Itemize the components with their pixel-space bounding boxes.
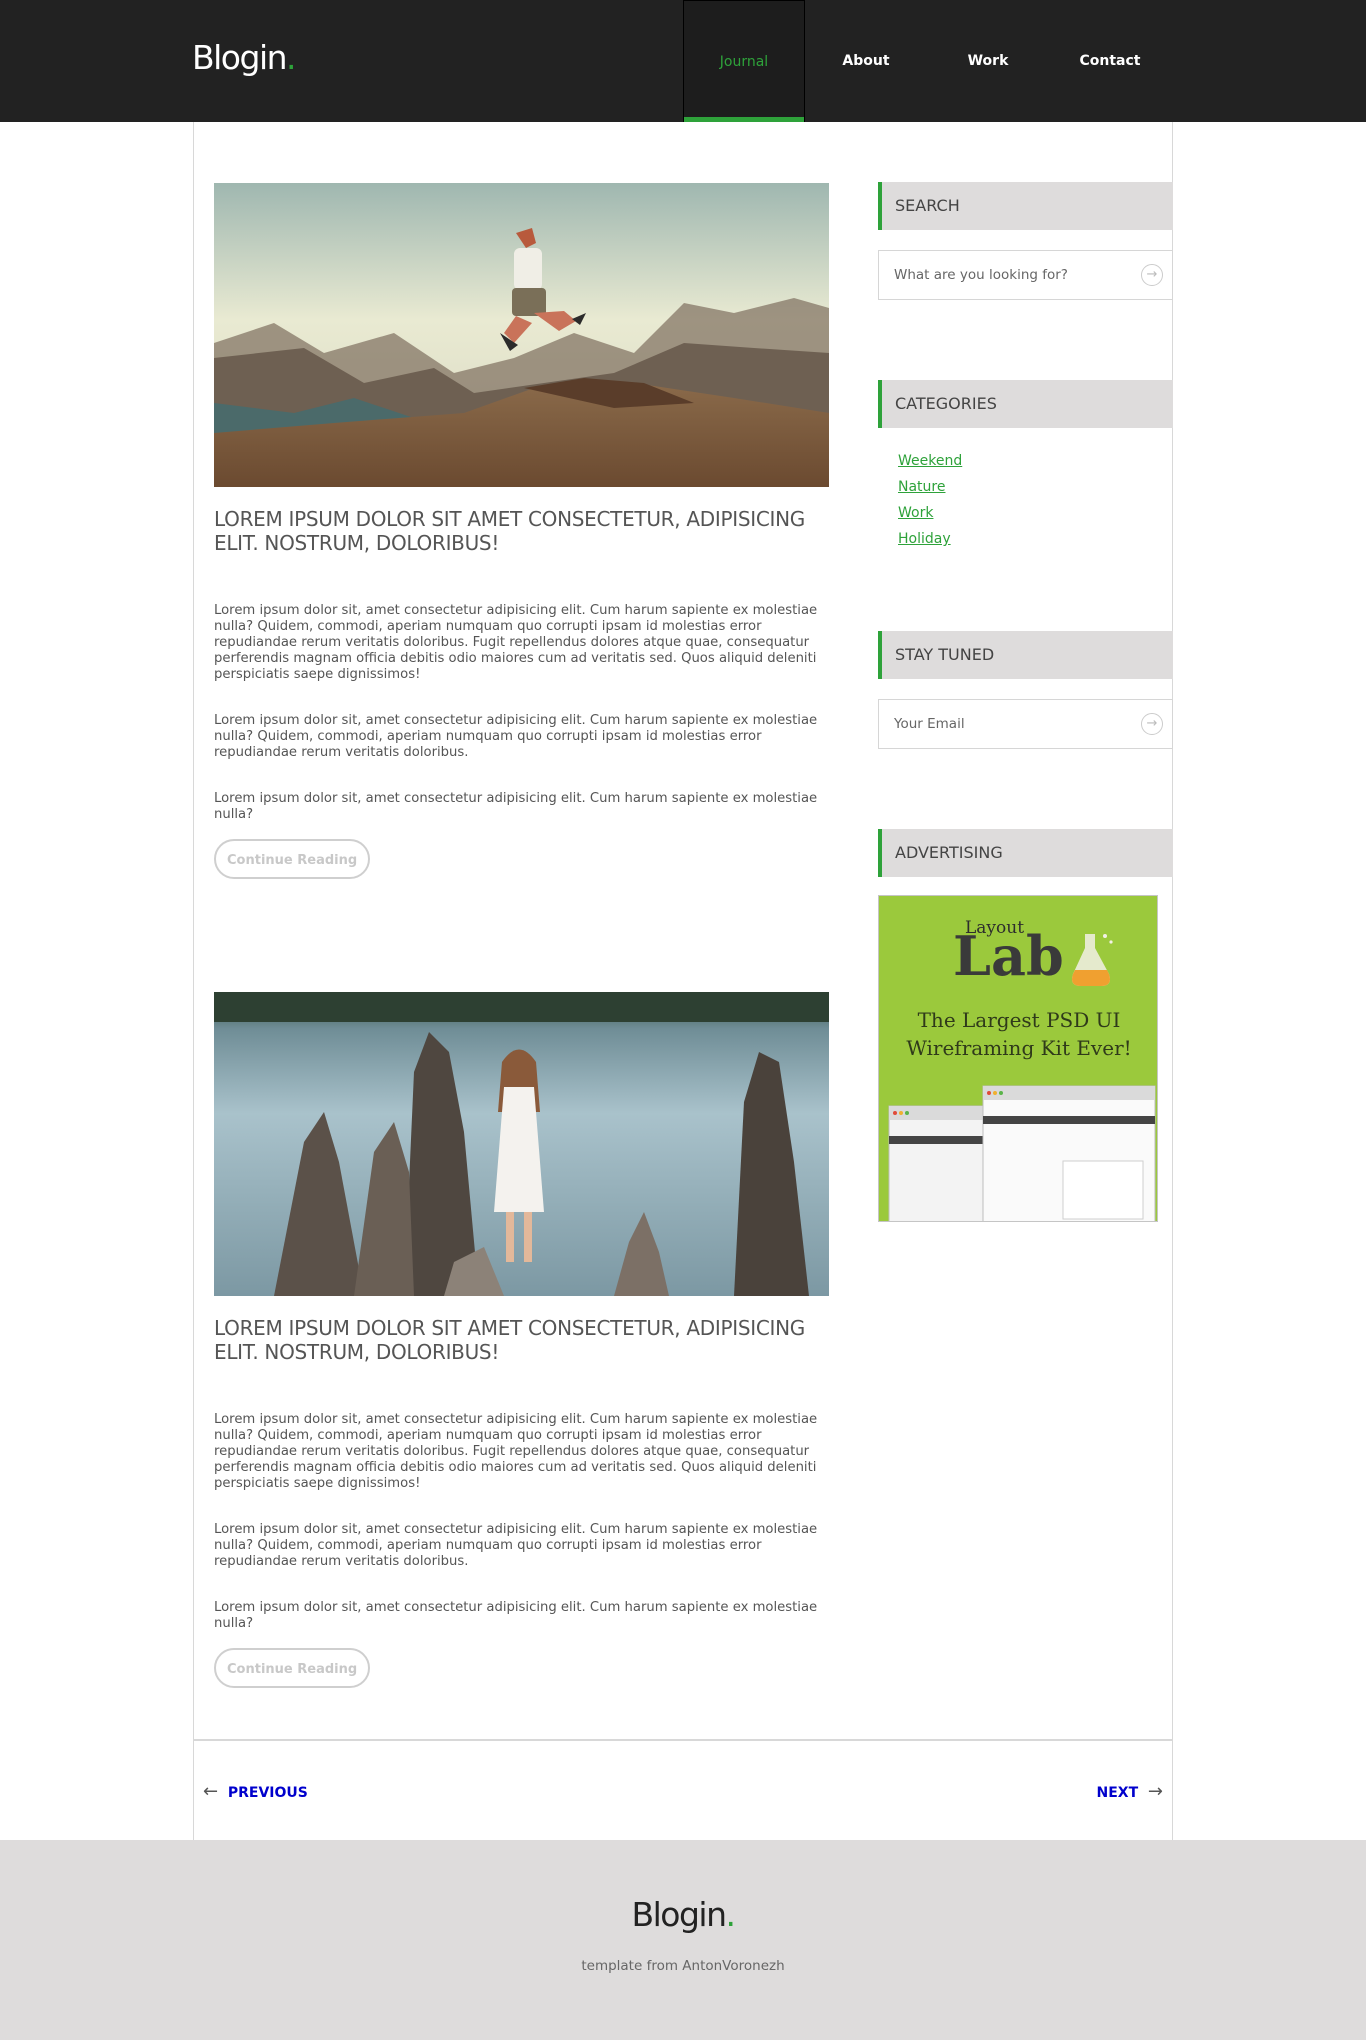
browser-mockups-illustration (888, 1085, 1156, 1221)
post-paragraph: Lorem ipsum dolor sit, amet consectetur … (214, 713, 818, 760)
next-link[interactable]: NEXT → (1097, 1781, 1163, 1802)
logo-dot: . (286, 38, 297, 77)
arrow-right-icon[interactable]: → (1141, 264, 1163, 286)
footer-logo-text: Blogin (631, 1895, 727, 1934)
widget-heading: STAY TUNED (878, 631, 1173, 679)
categories-widget: CATEGORIES Weekend Nature Work Holiday (878, 380, 1173, 557)
post-paragraph: Lorem ipsum dolor sit, amet consectetur … (214, 1600, 818, 1631)
previous-link[interactable]: ← PREVIOUS (203, 1781, 308, 1802)
post-paragraph: Lorem ipsum dolor sit, amet consectetur … (214, 1412, 818, 1491)
category-link[interactable]: Holiday (898, 531, 951, 547)
blog-post: LOREM IPSUM DOLOR SIT AMET CONSECTETUR, … (214, 183, 829, 879)
widget-heading: SEARCH (878, 182, 1173, 230)
post-image[interactable] (214, 183, 829, 487)
post-paragraph: Lorem ipsum dolor sit, amet consectetur … (214, 1522, 818, 1569)
previous-label: PREVIOUS (227, 1785, 308, 1801)
sidebar: SEARCH What are you looking for? → CATEG… (878, 182, 1173, 1222)
ad-headline-line1: The Largest PSD UI (917, 1008, 1121, 1032)
continue-reading-button[interactable]: Continue Reading (214, 839, 371, 879)
email-field[interactable]: Your Email → (878, 699, 1173, 749)
post-paragraph: Lorem ipsum dolor sit, amet consectetur … (214, 603, 818, 682)
stay-tuned-widget: STAY TUNED Your Email → (878, 631, 1173, 749)
footer-credit: template from AntonVoronezh (581, 1958, 785, 1974)
category-list: Weekend Nature Work Holiday (898, 453, 1173, 557)
arrow-left-icon: ← (203, 1781, 219, 1802)
main-nav: Journal About Work Contact (683, 0, 1171, 122)
footer-logo-dot: . (725, 1895, 737, 1934)
nav-journal[interactable]: Journal (683, 0, 805, 122)
search-placeholder: What are you looking for? (894, 267, 1068, 283)
advertisement-banner[interactable]: Layout Lab The Largest PSD UI Wireframin… (878, 895, 1158, 1222)
ad-headline-line2: Wireframing Kit Ever! (906, 1036, 1132, 1060)
arrow-right-icon: → (1147, 1781, 1163, 1802)
site-footer: Blogin. template from AntonVoronezh (0, 1840, 1366, 2040)
category-link[interactable]: Nature (898, 479, 945, 495)
next-label: NEXT (1096, 1785, 1139, 1801)
ad-logo-text: Lab (953, 924, 1064, 988)
nav-contact[interactable]: Contact (1049, 0, 1171, 122)
logo-text: Blogin (192, 38, 288, 77)
search-widget: SEARCH What are you looking for? → (878, 182, 1173, 300)
nav-work[interactable]: Work (927, 0, 1049, 122)
site-logo[interactable]: Blogin. (192, 38, 297, 78)
post-image-lake-woman (214, 992, 829, 1296)
flask-icon (1072, 934, 1113, 986)
site-header: Blogin. Journal About Work Contact (0, 0, 1366, 122)
advertising-widget: ADVERTISING Layout Lab The Largest PSD U… (878, 829, 1173, 1222)
post-image-mountain-jump (214, 183, 829, 487)
search-input[interactable]: What are you looking for? → (878, 250, 1173, 300)
category-link[interactable]: Work (898, 505, 933, 521)
list-item: Holiday (898, 531, 1173, 557)
post-paragraph: Lorem ipsum dolor sit, amet consectetur … (214, 791, 818, 822)
email-placeholder: Your Email (894, 716, 965, 732)
post-image[interactable] (214, 992, 829, 1296)
pagination: ← PREVIOUS NEXT → (193, 1739, 1173, 1840)
widget-heading: CATEGORIES (878, 380, 1173, 428)
list-item: Nature (898, 479, 1173, 505)
widget-heading: ADVERTISING (878, 829, 1173, 877)
arrow-right-icon[interactable]: → (1141, 713, 1163, 735)
nav-about[interactable]: About (805, 0, 927, 122)
list-item: Work (898, 505, 1173, 531)
continue-reading-button[interactable]: Continue Reading (214, 1648, 371, 1688)
post-title[interactable]: LOREM IPSUM DOLOR SIT AMET CONSECTETUR, … (214, 1316, 829, 1364)
footer-logo[interactable]: Blogin. (0, 1895, 1366, 1934)
blog-post: LOREM IPSUM DOLOR SIT AMET CONSECTETUR, … (214, 992, 829, 1688)
category-link[interactable]: Weekend (898, 453, 962, 469)
post-title[interactable]: LOREM IPSUM DOLOR SIT AMET CONSECTETUR, … (214, 507, 829, 555)
list-item: Weekend (898, 453, 1173, 479)
